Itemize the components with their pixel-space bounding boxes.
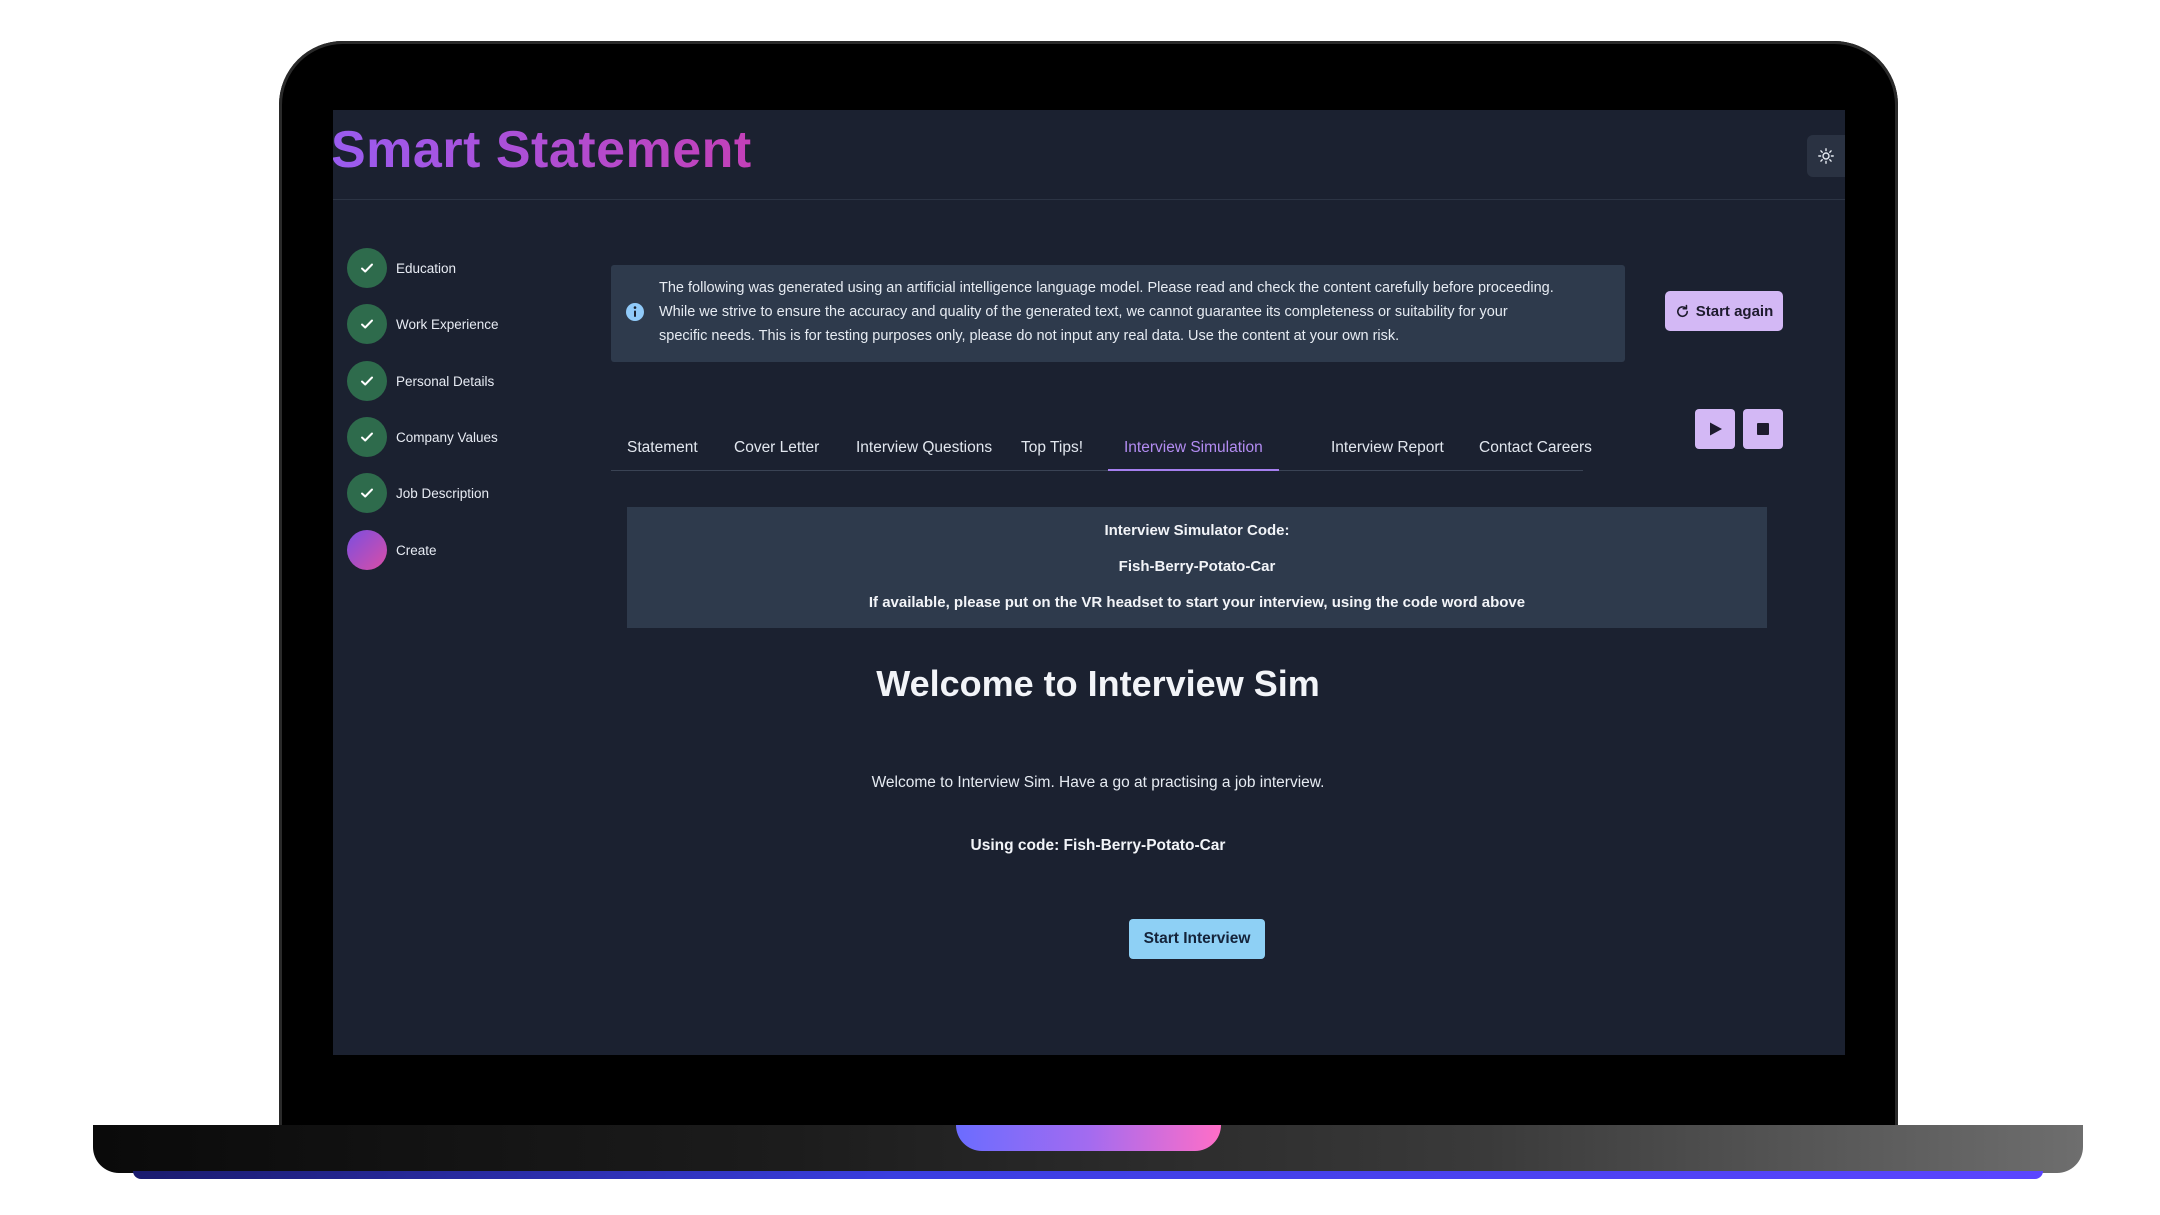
tab-interview-simulation[interactable]: Interview Simulation (1108, 426, 1279, 471)
step-label: Company Values (396, 429, 498, 445)
notice-line: The following was generated using an art… (659, 280, 1554, 296)
check-icon (361, 319, 373, 329)
tab-contact-careers[interactable]: Contact Careers (1479, 426, 1592, 470)
check-icon (361, 376, 373, 386)
step-job-description[interactable]: Job Description (347, 473, 607, 513)
simulator-code-box: Interview Simulator Code: Fish-Berry-Pot… (627, 507, 1767, 628)
step-personal-details[interactable]: Personal Details (347, 361, 607, 401)
notice-line: While we strive to ensure the accuracy a… (659, 304, 1508, 320)
tab-cover-letter[interactable]: Cover Letter (734, 426, 819, 470)
notice-text: The following was generated using an art… (659, 276, 1614, 348)
stop-icon (1757, 423, 1769, 435)
laptop-base-shadow (133, 1171, 2043, 1179)
info-icon (626, 303, 644, 321)
welcome-title: Welcome to Interview Sim (876, 663, 1320, 704)
play-button[interactable] (1695, 409, 1735, 449)
app-screen: Smart Statement Education Work Experienc… (333, 110, 1845, 1055)
start-again-button[interactable]: Start again (1665, 291, 1783, 331)
check-icon (361, 488, 373, 498)
step-label: Personal Details (396, 373, 495, 389)
step-create[interactable]: Create (347, 530, 607, 570)
step-label: Work Experience (396, 316, 499, 332)
start-again-label: Start again (1695, 302, 1774, 320)
check-icon (361, 263, 373, 273)
step-circle-active (347, 530, 387, 570)
step-label: Job Description (396, 485, 490, 501)
welcome-text: Welcome to Interview Sim. Have a go at p… (871, 774, 1325, 791)
refresh-icon (1676, 304, 1688, 317)
step-circle-complete (347, 361, 387, 401)
notice-line: specific needs. This is for testing purp… (659, 328, 1400, 344)
step-education[interactable]: Education (347, 248, 607, 288)
theme-toggle-button[interactable] (1807, 135, 1845, 177)
sun-icon (1818, 148, 1834, 164)
step-work-experience[interactable]: Work Experience (347, 304, 607, 344)
play-icon (1710, 422, 1722, 436)
step-circle-complete (347, 304, 387, 344)
app-header: Smart Statement (333, 110, 1845, 200)
vr-instruction: If available, please put on the VR heads… (868, 594, 1526, 611)
tab-statement[interactable]: Statement (627, 426, 698, 470)
code-heading: Interview Simulator Code: (1104, 522, 1290, 539)
laptop-notch (956, 1125, 1221, 1151)
tab-interview-questions[interactable]: Interview Questions (856, 426, 992, 470)
app-title: Smart Statement (333, 121, 752, 179)
using-code-text: Using code: Fish-Berry-Potato-Car (970, 837, 1226, 854)
start-interview-button[interactable]: Start Interview (1129, 919, 1265, 959)
step-company-values[interactable]: Company Values (347, 417, 607, 457)
tab-bar: Statement Cover Letter Interview Questio… (611, 426, 1592, 471)
tab-interview-report[interactable]: Interview Report (1331, 426, 1444, 470)
tab-top-tips[interactable]: Top Tips! (1021, 426, 1083, 470)
simulator-code: Fish-Berry-Potato-Car (1118, 558, 1276, 575)
check-icon (361, 432, 373, 442)
step-label: Create (396, 542, 437, 558)
step-label: Education (396, 260, 457, 276)
ai-disclaimer-notice: The following was generated using an art… (611, 265, 1625, 362)
step-circle-complete (347, 473, 387, 513)
step-circle-complete (347, 248, 387, 288)
stop-button[interactable] (1743, 409, 1783, 449)
step-circle-complete (347, 417, 387, 457)
